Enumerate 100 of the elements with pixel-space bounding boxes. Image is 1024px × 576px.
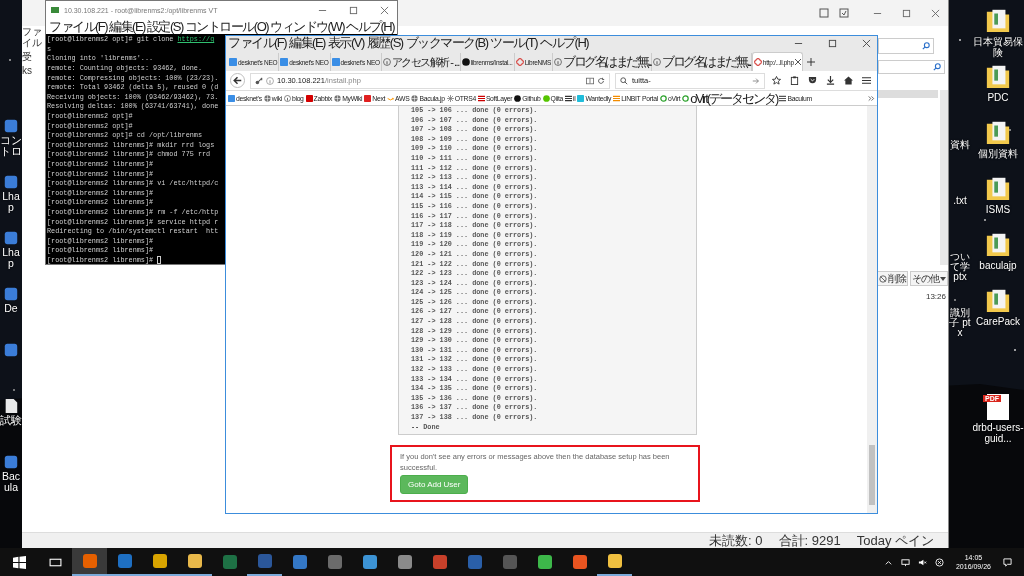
icon-label: コントロ <box>0 135 22 157</box>
diamond-icon <box>515 58 524 66</box>
menu-item[interactable]: ファイル(F) <box>228 36 287 50</box>
bookmark-link[interactable]: oVirt(データセンタ) <box>690 91 778 105</box>
icon-label: 識別子 ptx <box>948 308 972 338</box>
menu-item[interactable]: ブックマーク(B) <box>405 36 488 50</box>
icon-label: 試験 <box>0 415 22 426</box>
logo-icon <box>565 94 572 102</box>
pane-item[interactable]: ks <box>22 65 44 76</box>
icon-label: Lhap <box>1 191 21 213</box>
scrollbar[interactable] <box>940 90 948 265</box>
search-icon <box>620 76 628 85</box>
menu-item[interactable]: ウィンドウ(W) <box>270 19 344 34</box>
info-icon <box>653 58 662 66</box>
icon-label: CarePack <box>975 316 1021 327</box>
key-icon <box>255 76 263 85</box>
menu-item[interactable]: ヘルプ(H) <box>540 36 589 50</box>
menu-item[interactable]: 編集(E) <box>109 19 145 34</box>
search-field[interactable] <box>878 38 934 54</box>
close-icon[interactable] <box>380 5 389 15</box>
icon-label: drbd-users-guid... <box>972 422 1024 444</box>
close-icon[interactable] <box>931 8 940 18</box>
chevron-icon[interactable] <box>868 94 875 102</box>
menu-item[interactable]: ヘルプ(H) <box>346 19 395 34</box>
logo-icon <box>280 58 289 66</box>
network-icon[interactable] <box>900 557 910 567</box>
pane-item[interactable]: ファイル <box>22 26 44 48</box>
back-button[interactable] <box>230 73 245 88</box>
ring-icon <box>682 94 690 102</box>
calendar-icon[interactable] <box>819 8 829 18</box>
start-icon[interactable] <box>13 555 26 569</box>
file-icon[interactable] <box>3 398 19 414</box>
menu-item[interactable]: 履歴(S) <box>366 36 403 50</box>
terminal-icon <box>50 5 60 15</box>
logo-icon <box>577 94 585 102</box>
globe-icon <box>263 94 271 102</box>
maximize-icon[interactable] <box>828 38 837 48</box>
icon-label: 資料 <box>949 140 971 150</box>
reload-icon[interactable] <box>597 76 605 85</box>
maximize-icon[interactable] <box>902 8 911 18</box>
menu-item[interactable]: 設定(S) <box>146 19 183 34</box>
search-field[interactable] <box>878 60 945 74</box>
logo-icon <box>364 94 372 102</box>
caret-icon <box>940 275 946 282</box>
home-icon[interactable] <box>844 76 853 85</box>
ring-icon <box>659 94 667 102</box>
close-icon[interactable] <box>862 38 871 48</box>
menu-item[interactable]: ファイル(F) <box>49 19 108 34</box>
status-text: 未読数: 0 <box>709 533 763 548</box>
scrollbar[interactable] <box>867 106 877 513</box>
search-icon <box>933 63 941 71</box>
toolbar-button[interactable]: その他 <box>910 271 948 286</box>
icon-label: 個別資料 <box>977 148 1019 159</box>
icon-label: ISMS <box>984 204 1012 215</box>
menu-item[interactable]: 編集(E) <box>289 36 325 50</box>
calendar-icon[interactable] <box>839 8 849 18</box>
logo-icon <box>229 58 237 66</box>
status-text: 合計: 9291 <box>778 533 841 548</box>
star-icon <box>446 94 454 102</box>
logo-icon <box>228 94 235 102</box>
close-icon[interactable] <box>794 59 801 65</box>
status-text: Today ペイン <box>856 533 934 548</box>
new-tab-icon[interactable] <box>806 58 815 66</box>
reader-icon[interactable] <box>586 76 594 85</box>
ban-icon <box>879 274 887 283</box>
download-icon[interactable] <box>826 76 835 85</box>
logo-icon <box>331 58 340 66</box>
diamond-icon <box>753 58 762 66</box>
message-time: 13:26 <box>925 292 947 301</box>
maximize-icon[interactable] <box>349 5 358 15</box>
taskbar-app[interactable] <box>72 548 107 576</box>
globe-icon <box>411 94 419 102</box>
logo-icon <box>613 94 621 102</box>
pane-item[interactable]: 受 <box>22 51 44 62</box>
menu-item[interactable]: 表示(V) <box>327 36 364 50</box>
notification-icon[interactable] <box>1003 557 1012 567</box>
logo-icon <box>514 94 522 102</box>
info-icon <box>266 76 274 85</box>
icon-label: Bacula <box>0 471 22 493</box>
menu-icon[interactable] <box>862 76 871 85</box>
scrollbar-thumb[interactable] <box>869 445 875 505</box>
bookmark-star-icon[interactable] <box>772 76 781 85</box>
speaker-muted-icon[interactable] <box>917 557 927 567</box>
icon-label: ついて学 ptx <box>949 252 971 282</box>
search-icon <box>922 42 930 50</box>
menu-item[interactable]: コントロール(O) <box>184 19 269 34</box>
logo-icon <box>461 58 470 66</box>
menu-item[interactable]: ツール(T) <box>490 36 538 50</box>
toolbar-button[interactable]: 削除 <box>877 271 908 286</box>
info-icon <box>554 58 563 66</box>
clipboard-icon[interactable] <box>790 76 799 85</box>
close-circle-icon[interactable] <box>934 557 944 567</box>
icon-label: Lhap <box>1 247 21 269</box>
pocket-icon[interactable] <box>808 76 817 85</box>
icon-label: De <box>3 303 19 314</box>
icon-label: 日本貿易保険 <box>972 36 1024 58</box>
icon-label: .txt <box>952 196 968 206</box>
logo-icon <box>779 94 787 102</box>
icon-label: PDC <box>986 92 1010 103</box>
info-icon <box>382 58 391 66</box>
